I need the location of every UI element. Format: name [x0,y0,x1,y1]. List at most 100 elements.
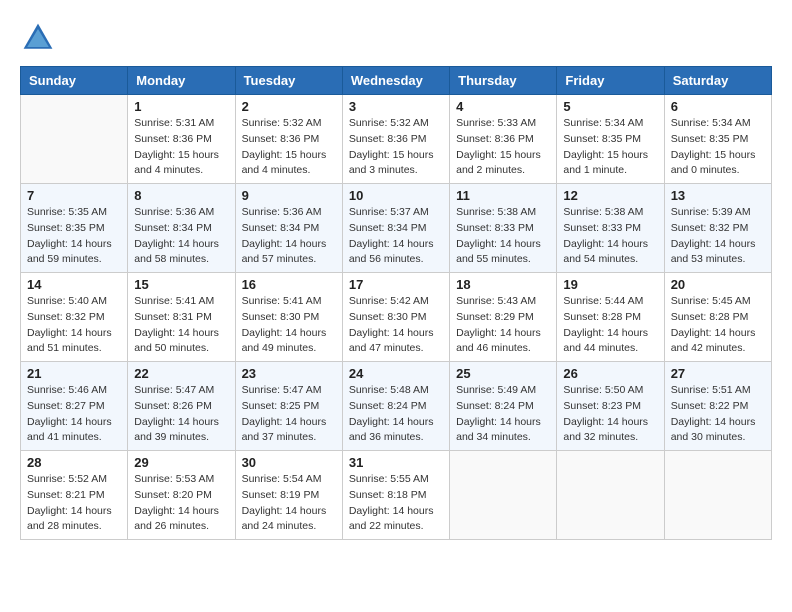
calendar-cell: 26Sunrise: 5:50 AM Sunset: 8:23 PM Dayli… [557,362,664,451]
day-info: Sunrise: 5:36 AM Sunset: 8:34 PM Dayligh… [242,205,336,268]
calendar-cell: 11 Sunrise: 5:38 AM Sunset: 8:33 PM Dayli… [450,184,557,273]
day-info: Sunrise: 5:55 AM Sunset: 8:18 PM Dayligh… [349,472,443,535]
column-header-monday: Monday [128,67,235,95]
calendar-week-row: 21 Sunrise: 5:46 AM Sunset: 8:27 PM Dayli… [21,362,772,451]
day-number: 29 [134,455,228,470]
day-number: 14 [27,277,121,292]
day-number: 27 [671,366,765,381]
calendar-cell: 30 Sunrise: 5:54 AM Sunset: 8:19 PM Dayli… [235,451,342,540]
header [20,20,772,56]
day-info: Sunrise: 5:49 AM Sunset: 8:24 PM Dayligh… [456,383,550,446]
logo [20,20,60,56]
day-number: 31 [349,455,443,470]
calendar-cell: 28 Sunrise: 5:52 AM Sunset: 8:21 PM Dayli… [21,451,128,540]
calendar-header-row: SundayMondayTuesdayWednesdayThursdayFrid… [21,67,772,95]
column-header-friday: Friday [557,67,664,95]
calendar-cell: 25 Sunrise: 5:49 AM Sunset: 8:24 PM Dayli… [450,362,557,451]
day-number: 25 [456,366,550,381]
day-number: 15 [134,277,228,292]
calendar-cell [557,451,664,540]
day-info: Sunrise: 5:44 AM Sunset: 8:28 PM Dayligh… [563,294,657,357]
day-info: Sunrise: 5:36 AM Sunset: 8:34 PM Dayligh… [134,205,228,268]
calendar-cell [21,95,128,184]
calendar-cell: 13 Sunrise: 5:39 AM Sunset: 8:32 PM Dayli… [664,184,771,273]
day-info: Sunrise: 5:50 AM Sunset: 8:23 PM Dayligh… [563,383,657,446]
day-info: Sunrise: 5:42 AM Sunset: 8:30 PM Dayligh… [349,294,443,357]
calendar-cell: 1 Sunrise: 5:31 AM Sunset: 8:36 PM Daylig… [128,95,235,184]
day-number: 8 [134,188,228,203]
calendar-cell [450,451,557,540]
calendar-cell: 24Sunrise: 5:48 AM Sunset: 8:24 PM Dayli… [342,362,449,451]
day-info: Sunrise: 5:38 AM Sunset: 8:33 PM Dayligh… [456,205,550,268]
calendar-cell: 10Sunrise: 5:37 AM Sunset: 8:34 PM Dayli… [342,184,449,273]
calendar-week-row: 1 Sunrise: 5:31 AM Sunset: 8:36 PM Daylig… [21,95,772,184]
calendar-cell: 27 Sunrise: 5:51 AM Sunset: 8:22 PM Dayli… [664,362,771,451]
calendar-cell: 18Sunrise: 5:43 AM Sunset: 8:29 PM Dayli… [450,273,557,362]
column-header-saturday: Saturday [664,67,771,95]
day-info: Sunrise: 5:52 AM Sunset: 8:21 PM Dayligh… [27,472,121,535]
calendar-cell: 3Sunrise: 5:32 AM Sunset: 8:36 PM Daylig… [342,95,449,184]
calendar-cell: 12 Sunrise: 5:38 AM Sunset: 8:33 PM Dayli… [557,184,664,273]
calendar-cell: 22 Sunrise: 5:47 AM Sunset: 8:26 PM Dayli… [128,362,235,451]
day-number: 9 [242,188,336,203]
day-info: Sunrise: 5:38 AM Sunset: 8:33 PM Dayligh… [563,205,657,268]
day-info: Sunrise: 5:46 AM Sunset: 8:27 PM Dayligh… [27,383,121,446]
day-number: 2 [242,99,336,114]
day-info: Sunrise: 5:47 AM Sunset: 8:25 PM Dayligh… [242,383,336,446]
day-number: 3 [349,99,443,114]
day-number: 20 [671,277,765,292]
day-number: 12 [563,188,657,203]
day-info: Sunrise: 5:31 AM Sunset: 8:36 PM Dayligh… [134,116,228,179]
column-header-tuesday: Tuesday [235,67,342,95]
day-number: 22 [134,366,228,381]
day-number: 1 [134,99,228,114]
calendar-cell: 19 Sunrise: 5:44 AM Sunset: 8:28 PM Dayli… [557,273,664,362]
calendar-cell: 4Sunrise: 5:33 AM Sunset: 8:36 PM Daylig… [450,95,557,184]
calendar-cell: 16 Sunrise: 5:41 AM Sunset: 8:30 PM Dayli… [235,273,342,362]
day-info: Sunrise: 5:35 AM Sunset: 8:35 PM Dayligh… [27,205,121,268]
day-info: Sunrise: 5:39 AM Sunset: 8:32 PM Dayligh… [671,205,765,268]
calendar-cell: 14 Sunrise: 5:40 AM Sunset: 8:32 PM Dayli… [21,273,128,362]
column-header-wednesday: Wednesday [342,67,449,95]
calendar-table: SundayMondayTuesdayWednesdayThursdayFrid… [20,66,772,540]
calendar-week-row: 28 Sunrise: 5:52 AM Sunset: 8:21 PM Dayli… [21,451,772,540]
calendar-cell: 2 Sunrise: 5:32 AM Sunset: 8:36 PM Daylig… [235,95,342,184]
calendar-cell: 15 Sunrise: 5:41 AM Sunset: 8:31 PM Dayli… [128,273,235,362]
day-info: Sunrise: 5:54 AM Sunset: 8:19 PM Dayligh… [242,472,336,535]
day-info: Sunrise: 5:41 AM Sunset: 8:31 PM Dayligh… [134,294,228,357]
calendar-cell: 20 Sunrise: 5:45 AM Sunset: 8:28 PM Dayli… [664,273,771,362]
day-info: Sunrise: 5:40 AM Sunset: 8:32 PM Dayligh… [27,294,121,357]
day-number: 21 [27,366,121,381]
day-number: 13 [671,188,765,203]
calendar-cell: 7 Sunrise: 5:35 AM Sunset: 8:35 PM Daylig… [21,184,128,273]
day-number: 4 [456,99,550,114]
day-info: Sunrise: 5:41 AM Sunset: 8:30 PM Dayligh… [242,294,336,357]
day-info: Sunrise: 5:51 AM Sunset: 8:22 PM Dayligh… [671,383,765,446]
day-number: 5 [563,99,657,114]
calendar-cell: 29 Sunrise: 5:53 AM Sunset: 8:20 PM Dayli… [128,451,235,540]
calendar-cell: 23 Sunrise: 5:47 AM Sunset: 8:25 PM Dayli… [235,362,342,451]
day-info: Sunrise: 5:37 AM Sunset: 8:34 PM Dayligh… [349,205,443,268]
calendar-week-row: 14 Sunrise: 5:40 AM Sunset: 8:32 PM Dayli… [21,273,772,362]
day-number: 23 [242,366,336,381]
day-number: 11 [456,188,550,203]
day-info: Sunrise: 5:45 AM Sunset: 8:28 PM Dayligh… [671,294,765,357]
logo-icon [20,20,56,56]
calendar-cell: 17Sunrise: 5:42 AM Sunset: 8:30 PM Dayli… [342,273,449,362]
day-number: 7 [27,188,121,203]
day-number: 19 [563,277,657,292]
day-info: Sunrise: 5:34 AM Sunset: 8:35 PM Dayligh… [671,116,765,179]
day-info: Sunrise: 5:48 AM Sunset: 8:24 PM Dayligh… [349,383,443,446]
calendar-cell: 21 Sunrise: 5:46 AM Sunset: 8:27 PM Dayli… [21,362,128,451]
day-info: Sunrise: 5:47 AM Sunset: 8:26 PM Dayligh… [134,383,228,446]
calendar-cell: 31 Sunrise: 5:55 AM Sunset: 8:18 PM Dayli… [342,451,449,540]
day-number: 16 [242,277,336,292]
column-header-sunday: Sunday [21,67,128,95]
calendar-cell: 5 Sunrise: 5:34 AM Sunset: 8:35 PM Daylig… [557,95,664,184]
day-info: Sunrise: 5:32 AM Sunset: 8:36 PM Dayligh… [242,116,336,179]
day-number: 28 [27,455,121,470]
day-number: 30 [242,455,336,470]
day-info: Sunrise: 5:43 AM Sunset: 8:29 PM Dayligh… [456,294,550,357]
day-info: Sunrise: 5:53 AM Sunset: 8:20 PM Dayligh… [134,472,228,535]
day-info: Sunrise: 5:34 AM Sunset: 8:35 PM Dayligh… [563,116,657,179]
